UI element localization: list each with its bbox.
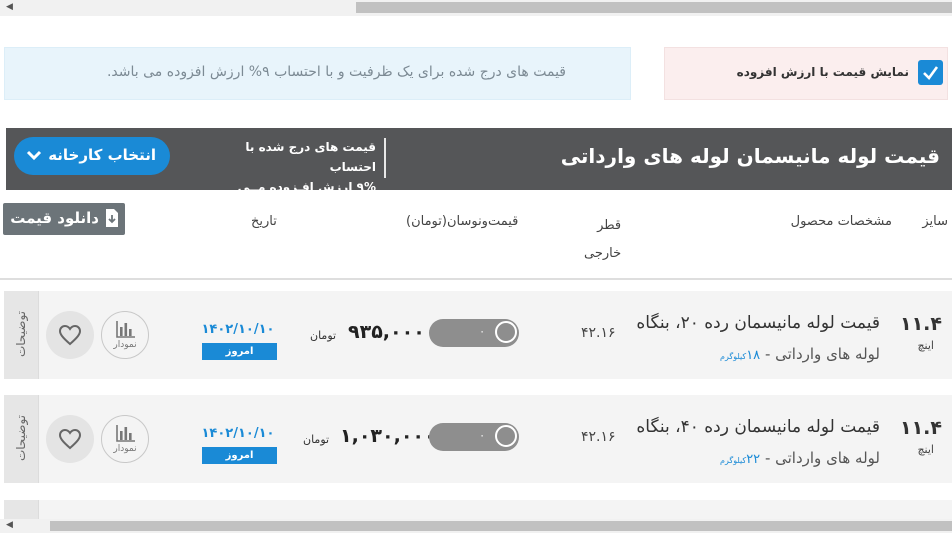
scrollbar-thumb[interactable] — [50, 521, 952, 531]
header-vat-note: قیمت های درج شده با احتساب ۹% ارزش افـزو… — [237, 140, 376, 214]
header-divider — [384, 138, 386, 178]
chevron-down-icon — [26, 150, 42, 161]
horizontal-scrollbar-bottom[interactable]: ◀ — [0, 519, 952, 533]
description-tab[interactable]: توضیحات — [4, 395, 39, 483]
favorite-button[interactable] — [46, 415, 94, 463]
size-unit: اینچ — [917, 443, 934, 456]
table-row: توضیحات نمودار ۱۴۰۲/۱۰/۱۰ امروز تومان ۹۳… — [4, 291, 952, 379]
vat-checkbox[interactable] — [918, 60, 943, 85]
today-badge: امروز — [202, 343, 277, 360]
vat-price-toggle[interactable]: نمایش قیمت با ارزش افزوده — [664, 47, 948, 100]
table-row: توضیحات نمودار ۱۴۰۲/۱۰/۱۰ امروز تومان ۱,… — [4, 395, 952, 483]
bar-chart-icon — [116, 321, 135, 338]
select-factory-button[interactable]: انتخاب کارخانه — [14, 137, 170, 175]
table-row — [4, 500, 952, 519]
scroll-left-arrow-icon[interactable]: ◀ — [6, 2, 13, 12]
download-file-icon — [106, 209, 118, 227]
scroll-left-arrow-icon[interactable]: ◀ — [6, 520, 13, 530]
download-price-button[interactable]: دانلود قیمت — [3, 203, 125, 235]
description-tab[interactable]: توضیحات — [4, 291, 39, 379]
col-date: تاریخ — [251, 214, 277, 229]
page-title: قیمت لوله مانیسمان لوله های وارداتی — [560, 144, 940, 168]
price-change-indicator: ۰ — [429, 423, 519, 451]
product-name[interactable]: قیمت لوله مانیسمان رده ۴۰، بنگاه — [636, 417, 880, 437]
vat-info-note: قیمت های درج شده برای یک ظرفیت و با احتس… — [4, 47, 631, 100]
outer-diameter: ۴۲.۱۶ — [581, 429, 616, 445]
currency-label: تومان — [310, 329, 337, 342]
pipe-size: ۱۱.۴ — [899, 417, 942, 439]
vat-info-text: قیمت های درج شده برای یک ظرفیت و با احتس… — [106, 64, 566, 80]
col-od: قطر خارجی — [584, 218, 622, 261]
heart-icon — [58, 324, 82, 346]
price-date: ۱۴۰۲/۱۰/۱۰ — [201, 426, 275, 441]
chart-button[interactable]: نمودار — [101, 415, 149, 463]
price-date: ۱۴۰۲/۱۰/۱۰ — [201, 322, 275, 337]
col-price: قیمت‌ونوسان(تومان) — [406, 214, 519, 229]
table-header-separator — [0, 278, 952, 280]
product-name[interactable]: قیمت لوله مانیسمان رده ۲۰، بنگاه — [636, 313, 880, 333]
bar-chart-icon — [116, 425, 135, 442]
today-badge: امروز — [202, 447, 277, 464]
product-subtitle: لوله های وارداتی - ۱۸کیلوگرم — [720, 345, 880, 363]
vat-checkbox-label: نمایش قیمت با ارزش افزوده — [736, 65, 909, 79]
pipe-size: ۱۱.۴ — [899, 313, 942, 335]
price-table-header: قیمت لوله مانیسمان لوله های وارداتی قیمت… — [6, 128, 952, 214]
heart-icon — [58, 428, 82, 450]
price-value: ۹۳۵,۰۰۰ — [348, 321, 425, 343]
price-change-indicator: ۰ — [429, 319, 519, 347]
size-unit: اینچ — [917, 339, 934, 352]
description-tab[interactable] — [4, 500, 39, 519]
horizontal-scrollbar-top[interactable]: ◀ — [0, 0, 952, 16]
chart-button[interactable]: نمودار — [101, 311, 149, 359]
product-subtitle: لوله های وارداتی - ۲۲کیلوگرم — [720, 449, 880, 467]
col-size: سایز — [922, 214, 948, 229]
outer-diameter: ۴۲.۱۶ — [581, 325, 616, 341]
price-value: ۱,۰۳۰,۰۰۰ — [340, 425, 436, 447]
favorite-button[interactable] — [46, 311, 94, 359]
checkmark-icon — [923, 66, 939, 80]
col-spec: مشخصات محصول — [790, 214, 892, 229]
change-circle-icon — [495, 425, 517, 447]
change-circle-icon — [495, 321, 517, 343]
scrollbar-thumb[interactable] — [356, 2, 952, 13]
currency-label: تومان — [303, 433, 330, 446]
